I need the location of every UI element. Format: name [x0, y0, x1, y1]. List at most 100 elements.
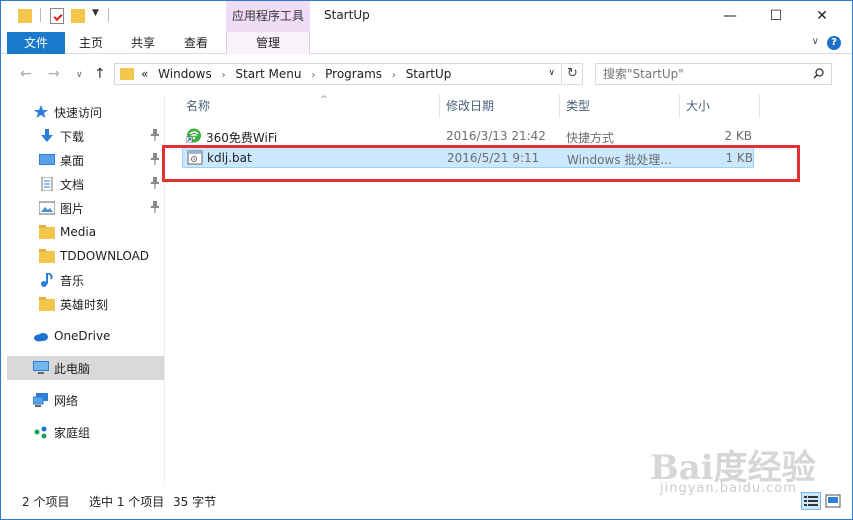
address-dropdown-icon[interactable]: ∨	[548, 68, 555, 78]
pin-icon[interactable]	[150, 201, 160, 213]
refresh-button[interactable]: ↻	[563, 63, 583, 85]
sidebar-item-label: 英雄时刻	[60, 297, 109, 312]
file-modified: 2016/5/21 9:11	[447, 151, 540, 165]
sidebar-item-onedrive[interactable]: OneDrive	[7, 324, 164, 348]
sidebar-item-homegroup[interactable]: 家庭组	[7, 420, 164, 444]
file-type: Windows 批处理...	[567, 153, 672, 167]
pane-divider[interactable]	[164, 94, 165, 486]
table-row[interactable]: 360免费WiFi 2016/3/13 21:42 快捷方式 2 KB	[182, 126, 754, 147]
sidebar-item-this-pc[interactable]: 此电脑	[7, 356, 164, 380]
sidebar-item-label: Media	[60, 225, 97, 239]
tab-view[interactable]: 查看	[175, 32, 217, 54]
recent-locations-button[interactable]: ∨	[76, 70, 83, 80]
file-name: 360免费WiFi	[206, 131, 278, 145]
sidebar-item-label: 音乐	[60, 273, 85, 288]
file-size: 1 KB	[725, 151, 753, 165]
breadcrumb-windows[interactable]: Windows	[158, 67, 212, 81]
divider	[108, 8, 109, 22]
folder-icon	[39, 297, 55, 311]
star-icon	[34, 105, 48, 118]
context-tab-group-label: 应用程序工具	[226, 0, 310, 32]
sidebar-item-label: TDDOWNLOAD	[60, 249, 150, 263]
breadcrumb-start-menu[interactable]: Start Menu	[235, 67, 301, 81]
column-header-type[interactable]: 类型	[560, 94, 680, 118]
folder-icon	[39, 225, 55, 239]
tab-manage[interactable]: 管理	[226, 32, 310, 54]
search-input[interactable]	[596, 64, 806, 84]
sidebar-item-hero-moments[interactable]: 英雄时刻	[7, 292, 164, 316]
up-button[interactable]: ↑	[94, 66, 106, 82]
sidebar-item-label: 图片	[60, 201, 85, 216]
expand-ribbon-icon[interactable]: ∨	[812, 36, 819, 47]
sidebar-item-desktop[interactable]: 桌面	[7, 148, 164, 172]
maximize-button[interactable]: ☐	[753, 0, 799, 32]
breadcrumb-programs[interactable]: Programs	[325, 67, 382, 81]
divider	[40, 8, 41, 22]
navigation-pane: 快速访问 下载 桌面 文档 图片 Media TDDOWNLOAD 音乐 英雄时…	[7, 94, 164, 486]
table-row[interactable]: kdlj.bat 2016/5/21 9:11 Windows 批处理... 1…	[182, 147, 754, 168]
properties-icon[interactable]	[50, 8, 64, 24]
sidebar-item-label: 桌面	[60, 153, 85, 168]
pin-icon[interactable]	[150, 177, 160, 189]
minimize-button[interactable]: —	[707, 0, 753, 32]
desktop-icon	[39, 154, 55, 165]
status-item-count: 2 个项目	[22, 495, 70, 509]
window-title: StartUp	[324, 8, 370, 22]
file-modified: 2016/3/13 21:42	[446, 129, 546, 143]
sidebar-item-network[interactable]: 网络	[7, 388, 164, 412]
pin-icon[interactable]	[150, 153, 160, 165]
file-size: 2 KB	[724, 129, 752, 143]
file-type: 快捷方式	[566, 131, 615, 145]
status-selection-size: 35 字节	[173, 495, 217, 509]
pictures-icon	[39, 201, 55, 215]
sidebar-item-music[interactable]: 音乐	[7, 268, 164, 292]
address-row: ← → ∨ ↑ « Windows › Start Menu › Program…	[0, 54, 853, 94]
pin-icon[interactable]	[150, 129, 160, 141]
file-list: 名称 ^ 修改日期 类型 大小 360免费WiFi 2016/3/13 21:4…	[166, 94, 853, 486]
sidebar-item-tddownload[interactable]: TDDOWNLOAD	[7, 244, 164, 268]
chevron-down-icon[interactable]: ▼	[92, 8, 99, 26]
search-icon[interactable]	[813, 68, 824, 79]
new-folder-icon[interactable]	[71, 9, 85, 23]
breadcrumb-separator[interactable]: ›	[222, 70, 226, 81]
column-header-modified[interactable]: 修改日期	[440, 94, 560, 118]
sidebar-item-quick-access[interactable]: 快速访问	[7, 100, 164, 124]
search-box	[595, 63, 832, 85]
sidebar-item-label: 下载	[60, 129, 85, 144]
watermark-url: jingyan.baidu.com	[660, 481, 797, 496]
breadcrumb: « Windows › Start Menu › Programs › Star…	[141, 67, 457, 81]
folder-icon	[18, 9, 32, 23]
details-view-icon[interactable]	[801, 492, 821, 510]
address-bar[interactable]: « Windows › Start Menu › Programs › Star…	[114, 63, 562, 85]
sidebar-item-label: 家庭组	[54, 425, 91, 440]
large-icons-view-icon[interactable]	[823, 492, 843, 510]
documents-icon	[41, 177, 53, 191]
sidebar-item-pictures[interactable]: 图片	[7, 196, 164, 220]
tab-home[interactable]: 主页	[70, 32, 112, 54]
folder-icon	[39, 249, 55, 263]
back-button[interactable]: ←	[20, 66, 32, 82]
column-header-name[interactable]: 名称 ^	[180, 94, 440, 118]
onedrive-icon	[34, 333, 48, 342]
sidebar-item-label: 网络	[54, 393, 79, 408]
status-selection: 选中 1 个项目	[89, 495, 165, 509]
close-button[interactable]: ✕	[799, 0, 845, 32]
sidebar-item-downloads[interactable]: 下载	[7, 124, 164, 148]
sidebar-item-documents[interactable]: 文档	[7, 172, 164, 196]
tab-file[interactable]: 文件	[7, 32, 65, 54]
ribbon-tabs: 文件 主页 共享 查看 管理 ∨ ?	[0, 32, 853, 54]
breadcrumb-startup[interactable]: StartUp	[406, 67, 452, 81]
breadcrumb-separator[interactable]: ›	[392, 70, 396, 81]
sidebar-item-media[interactable]: Media	[7, 220, 164, 244]
computer-icon	[33, 361, 49, 374]
sidebar-item-label: 此电脑	[54, 361, 91, 376]
tab-share[interactable]: 共享	[122, 32, 164, 54]
column-header-label: 名称	[186, 99, 211, 113]
sidebar-item-label: 文档	[60, 177, 85, 192]
breadcrumb-overflow[interactable]: «	[141, 67, 148, 81]
sidebar-item-label: 快速访问	[54, 105, 103, 120]
help-icon[interactable]: ?	[827, 36, 841, 50]
forward-button[interactable]: →	[48, 66, 60, 82]
breadcrumb-separator[interactable]: ›	[311, 70, 315, 81]
column-header-size[interactable]: 大小	[680, 94, 760, 118]
